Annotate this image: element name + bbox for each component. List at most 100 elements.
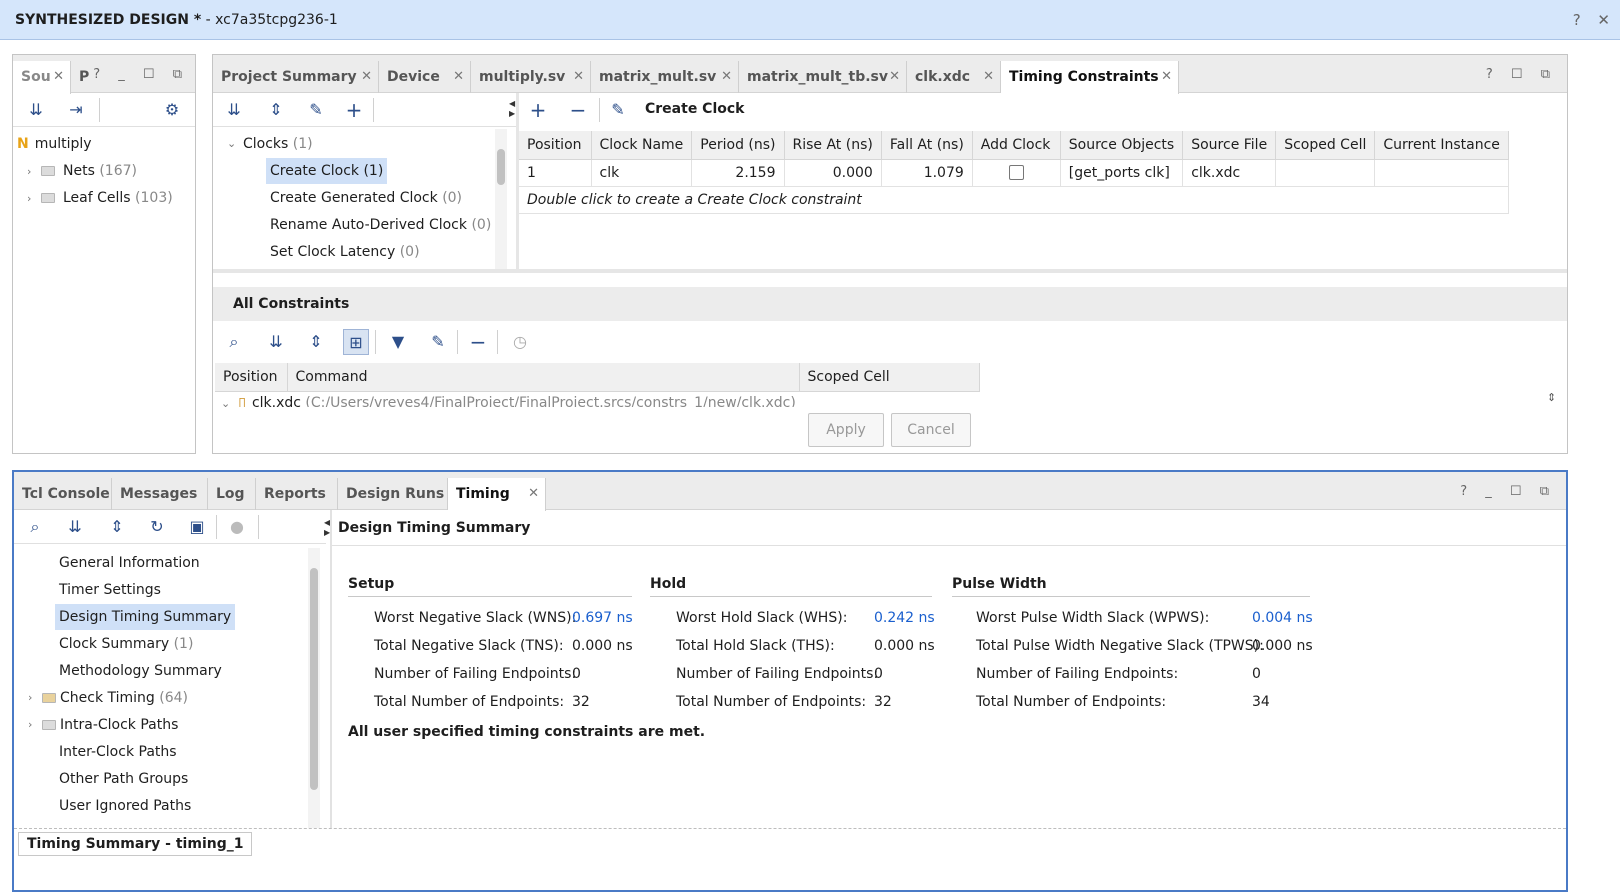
- stop-icon[interactable]: ●: [224, 514, 250, 540]
- close-icon[interactable]: ✕: [453, 61, 464, 93]
- tab-log[interactable]: Log: [208, 478, 256, 510]
- table-row[interactable]: 1 clk 2.159 0.000 1.079 [get_ports clk] …: [519, 159, 1509, 187]
- scroll-thumb[interactable]: [310, 568, 318, 790]
- expand-all-icon[interactable]: ⇕: [303, 329, 329, 355]
- chevron-down-icon[interactable]: ⌄: [227, 137, 236, 150]
- sources-window-icons[interactable]: ? _ ☐ ⧉: [93, 67, 189, 82]
- tree-item-nets[interactable]: Nets (167): [41, 158, 137, 184]
- remove-icon[interactable]: −: [565, 97, 591, 123]
- cell-current-instance[interactable]: [1374, 159, 1509, 187]
- search-icon[interactable]: ⌕: [22, 514, 48, 540]
- nav-timer-settings[interactable]: Timer Settings: [59, 577, 161, 603]
- nav-design-timing-summary[interactable]: Design Timing Summary: [55, 604, 236, 630]
- collapse-all-icon[interactable]: ⇊: [23, 97, 49, 123]
- close-icon[interactable]: ✕: [53, 61, 64, 93]
- nav-inter-clock-paths[interactable]: Inter-Clock Paths: [59, 739, 177, 765]
- save-icon[interactable]: ▣: [184, 514, 210, 540]
- col-fall-at[interactable]: Fall At (ns): [881, 131, 973, 160]
- collapse-all-icon[interactable]: ⇊: [221, 97, 247, 123]
- col-position[interactable]: Position: [215, 363, 288, 392]
- close-icon[interactable]: ✕: [573, 61, 584, 93]
- nav-other-path-groups[interactable]: Other Path Groups: [59, 766, 188, 792]
- col-source-file[interactable]: Source File: [1182, 131, 1277, 160]
- close-icon[interactable]: ✕: [1161, 61, 1172, 93]
- col-command[interactable]: Command: [287, 363, 800, 392]
- cell-position[interactable]: 1: [519, 159, 592, 187]
- editor-window-icons[interactable]: ? ☐ ⧉: [1486, 67, 1557, 82]
- chevron-right-icon[interactable]: ›: [28, 718, 32, 731]
- filter-icon[interactable]: ▼: [385, 329, 411, 355]
- tab-sources[interactable]: Sou ✕: [13, 61, 71, 94]
- col-current-instance[interactable]: Current Instance: [1374, 131, 1509, 160]
- nav-clock-summary[interactable]: Clock Summary (1): [59, 631, 193, 657]
- col-clock-name[interactable]: Clock Name: [591, 131, 693, 160]
- nav-user-ignored-paths[interactable]: User Ignored Paths: [59, 793, 191, 819]
- scroll-thumb[interactable]: [497, 149, 505, 185]
- add-icon[interactable]: +: [525, 97, 551, 123]
- add-icon[interactable]: +: [341, 97, 367, 123]
- splitter-arrows[interactable]: ◀ ▶: [509, 99, 515, 119]
- search-icon[interactable]: ⌕: [221, 329, 247, 355]
- chevron-right-icon[interactable]: ›: [28, 691, 32, 704]
- cell-period[interactable]: 2.159: [691, 159, 785, 187]
- setup-wns-link[interactable]: 0.697 ns: [572, 610, 633, 626]
- chevron-right-icon[interactable]: ›: [27, 192, 31, 205]
- constraint-tree-scrollbar[interactable]: [495, 129, 507, 269]
- horizontal-splitter[interactable]: [213, 269, 1567, 273]
- collapse-all-icon[interactable]: ⇊: [62, 514, 88, 540]
- expand-icon[interactable]: ⇥: [63, 97, 89, 123]
- constraint-file-row[interactable]: ⌄ ▯ clk.xdc (C:/Users/vreyes4/FinalProject…: [221, 393, 981, 407]
- pulse-wpws-link[interactable]: 0.004 ns: [1252, 610, 1313, 626]
- tree-item-set-clock-latency[interactable]: Set Clock Latency (0): [270, 239, 420, 265]
- create-clock-hint[interactable]: Double click to create a Create Clock co…: [519, 186, 1509, 214]
- vertical-divider[interactable]: [330, 510, 332, 828]
- refresh-icon[interactable]: ↻: [144, 514, 170, 540]
- nav-intra-clock-paths[interactable]: Intra-Clock Paths: [42, 712, 178, 738]
- cell-rise-at[interactable]: 0.000: [784, 159, 882, 187]
- tab-device[interactable]: Device ✕: [379, 61, 471, 93]
- table-hint-row[interactable]: Double click to create a Create Clock co…: [519, 186, 1509, 214]
- footer-tab-timing-summary[interactable]: Timing Summary - timing_1: [18, 832, 252, 856]
- cancel-button[interactable]: Cancel: [891, 413, 971, 447]
- clock-icon[interactable]: ◷: [507, 329, 533, 355]
- cell-clock-name[interactable]: clk: [591, 159, 693, 187]
- collapse-all-icon[interactable]: ⇊: [263, 329, 289, 355]
- tab-project-summary[interactable]: Project Summary ✕: [213, 61, 379, 93]
- col-scoped-cell[interactable]: Scoped Cell: [799, 363, 980, 392]
- nav-general-information[interactable]: General Information: [59, 550, 200, 576]
- close-icon[interactable]: ✕: [889, 61, 900, 93]
- nav-methodology-summary[interactable]: Methodology Summary: [59, 658, 222, 684]
- add-clock-checkbox[interactable]: [1008, 165, 1024, 180]
- tab-tcl-console[interactable]: Tcl Console: [14, 478, 112, 510]
- remove-icon[interactable]: −: [465, 329, 491, 355]
- tree-item-leaf-cells[interactable]: Leaf Cells (103): [41, 185, 173, 211]
- col-source-objects[interactable]: Source Objects: [1060, 131, 1184, 160]
- col-position[interactable]: Position: [519, 131, 592, 160]
- col-rise-at[interactable]: Rise At (ns): [784, 131, 882, 160]
- cell-fall-at[interactable]: 1.079: [881, 159, 973, 187]
- cell-source-file[interactable]: clk.xdc: [1182, 159, 1277, 187]
- edit-icon[interactable]: ✎: [425, 329, 451, 355]
- pin-icon[interactable]: ✎: [303, 97, 329, 123]
- col-add-clock[interactable]: Add Clock: [972, 131, 1061, 160]
- tab-timing[interactable]: Timing ✕: [448, 478, 546, 511]
- expand-all-icon[interactable]: ⇕: [263, 97, 289, 123]
- tree-item-create-generated-clock[interactable]: Create Generated Clock (0): [270, 185, 462, 211]
- cell-scoped-cell[interactable]: [1275, 159, 1376, 187]
- gear-icon[interactable]: ⚙: [159, 97, 185, 123]
- cell-source-objects[interactable]: [get_ports clk]: [1060, 159, 1184, 187]
- apply-button[interactable]: Apply: [808, 413, 884, 447]
- close-icon[interactable]: ✕: [721, 61, 732, 93]
- nav-scrollbar[interactable]: [308, 548, 320, 828]
- close-icon[interactable]: ✕: [528, 478, 539, 510]
- tab-timing-constraints[interactable]: Timing Constraints ✕: [1001, 61, 1179, 94]
- hierarchy-icon[interactable]: ⊞: [343, 329, 369, 355]
- hold-whs-link[interactable]: 0.242 ns: [874, 610, 935, 626]
- col-scoped-cell[interactable]: Scoped Cell: [1275, 131, 1376, 160]
- tree-item-create-clock[interactable]: Create Clock (1): [266, 158, 388, 184]
- tab-reports[interactable]: Reports: [256, 478, 338, 510]
- tab-design-runs[interactable]: Design Runs: [338, 478, 448, 510]
- tree-root-multiply[interactable]: Nmultiply: [17, 131, 92, 157]
- tree-item-rename-auto-derived-clock[interactable]: Rename Auto-Derived Clock (0): [270, 212, 491, 238]
- scroll-arrows[interactable]: ⇕: [1547, 391, 1556, 404]
